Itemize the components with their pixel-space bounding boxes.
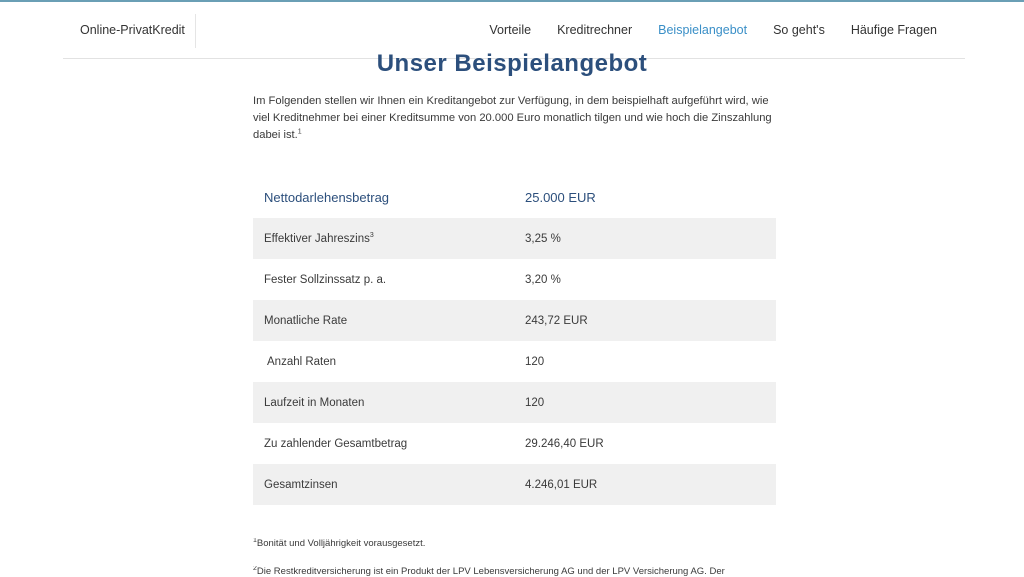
page-title: Unser Beispielangebot [376,52,648,77]
row-value: 243,72 EUR [525,314,588,327]
table-row: Laufzeit in Monaten 120 [253,382,776,423]
nav-so-gehts[interactable]: So geht's [773,23,825,37]
row-label: Anzahl Raten [267,355,337,368]
table-row: Zu zahlender Gesamtbetrag 29.246,40 EUR [253,423,776,464]
intro-text: Im Folgenden stellen wir Ihnen ein Kredi… [253,95,772,141]
row-label-sup: 3 [369,231,374,239]
table-row: Effektiver Jahreszins3 3,25 % [253,218,776,259]
table-row: Monatliche Rate 243,72 EUR [253,300,776,341]
main-nav: Vorteile Kreditrechner Beispielangebot S… [463,23,937,37]
row-value: 25.000 EUR [525,190,596,205]
table-row: Fester Sollzinssatz p. a. 3,20 % [253,259,776,300]
nav-vorteile[interactable]: Vorteile [489,23,531,37]
footnote-1: 1Bonität und Volljährigkeit vorausgesetz… [253,538,426,549]
nav-beispielangebot[interactable]: Beispielangebot [658,23,747,37]
table-row: Anzahl Raten 120 [253,341,776,382]
site-header: Online-PrivatKredit Vorteile Kreditrechn… [63,2,965,59]
table-row: Gesamtzinsen 4.246,01 EUR [253,464,776,505]
row-value: 120 [525,396,545,409]
row-value: 3,25 % [525,232,561,245]
row-label: Monatliche Rate [264,314,348,327]
row-label: Zu zahlender Gesamtbetrag [264,437,408,450]
row-label: Fester Sollzinssatz p. a. [264,273,387,286]
row-label: Laufzeit in Monaten [264,396,365,409]
row-label: Nettodarlehensbetrag [264,190,390,205]
table-row: Nettodarlehensbetrag 25.000 EUR [253,177,776,218]
row-label: Gesamtzinsen [264,478,338,491]
nav-kreditrechner[interactable]: Kreditrechner [557,23,632,37]
brand-logo-text[interactable]: Online-PrivatKredit [80,23,185,37]
row-value: 4.246,01 EUR [525,478,598,491]
nav-haeufige-fragen[interactable]: Häufige Fragen [851,23,937,37]
row-value: 3,20 % [525,273,561,286]
row-value: 120 [525,355,545,368]
brand-divider [195,14,196,48]
row-label: Effektiver Jahreszins [264,232,370,245]
offer-table: Nettodarlehensbetrag 25.000 EUR Effektiv… [253,177,776,505]
row-value: 29.246,40 EUR [525,437,604,450]
footnote-2: 2Die Restkreditversicherung ist ein Prod… [253,566,725,577]
